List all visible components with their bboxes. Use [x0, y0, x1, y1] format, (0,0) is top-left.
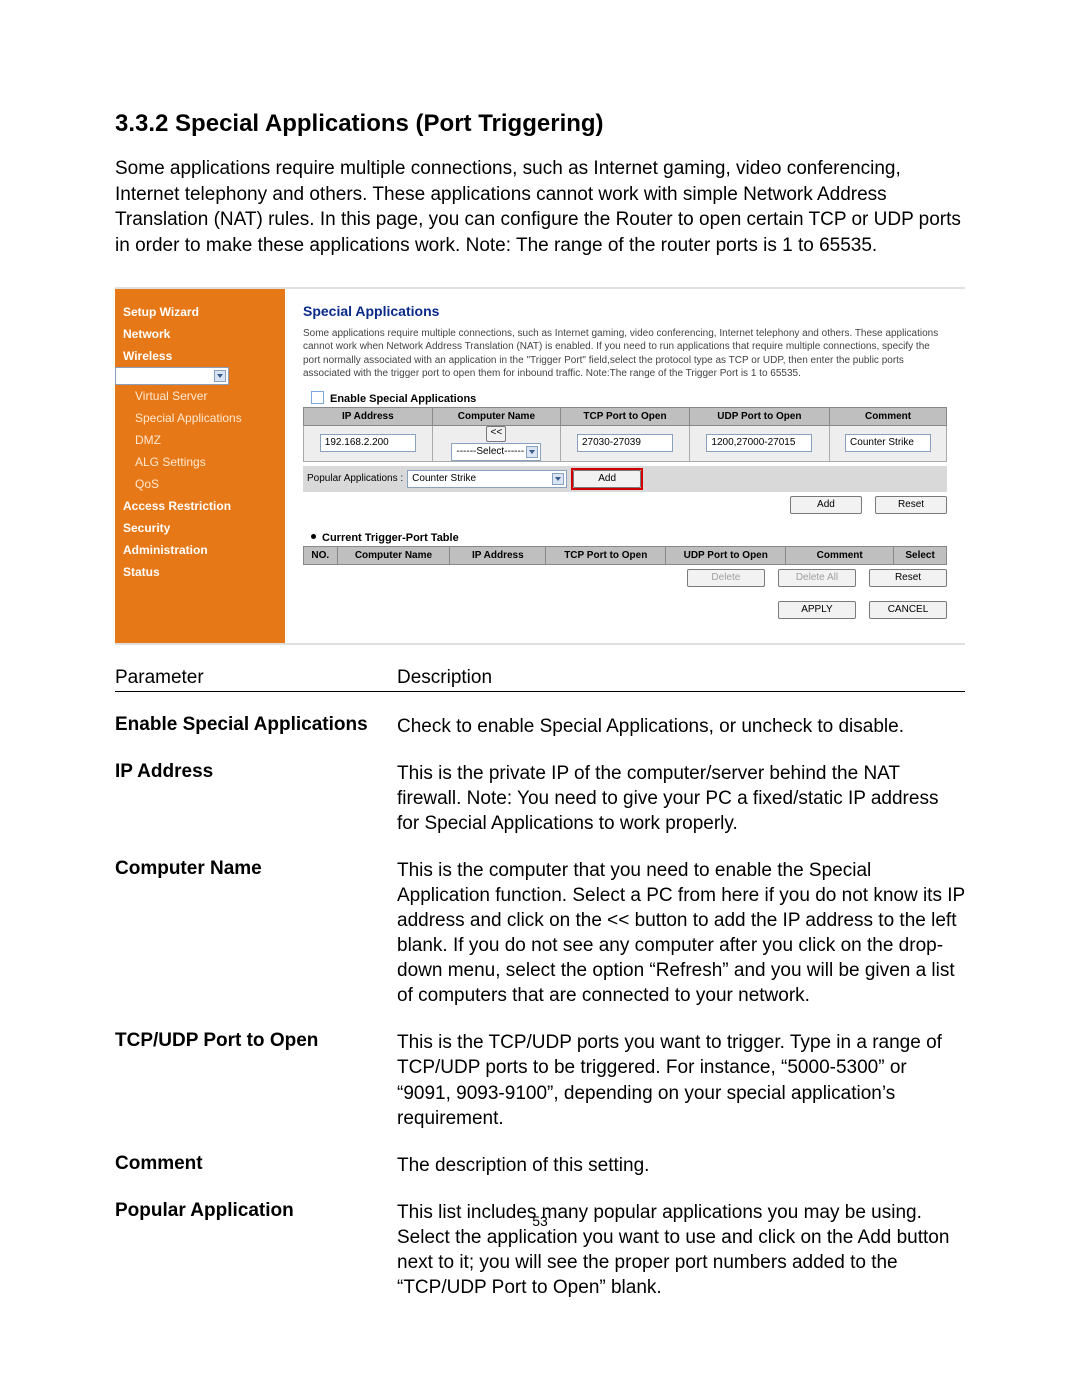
delete-row: Delete Delete All Reset — [303, 569, 947, 587]
param-name: IP Address — [115, 761, 397, 783]
nav-special-applications[interactable]: Special Applications — [115, 407, 285, 429]
nav-app-gaming[interactable]: Application & Gaming — [115, 367, 229, 385]
param-row: Comment The description of this setting. — [115, 1153, 965, 1178]
popular-apps-label: Popular Applications : — [307, 473, 403, 484]
nav-dmz[interactable]: DMZ — [115, 429, 285, 451]
apply-row: APPLY CANCEL — [303, 601, 947, 619]
tcp-input[interactable]: 27030-27039 — [577, 434, 673, 452]
panel-description: Some applications require multiple conne… — [303, 327, 947, 381]
param-desc-header: Parameter Description — [115, 667, 965, 692]
delete-all-button[interactable]: Delete All — [778, 569, 856, 587]
param-name: TCP/UDP Port to Open — [115, 1030, 397, 1052]
page-number: 53 — [0, 1213, 1080, 1229]
nav-qos[interactable]: QoS — [115, 473, 285, 495]
param-row: Enable Special Applications Check to ena… — [115, 714, 965, 739]
popular-apps-row: Popular Applications : Counter Strike Ad… — [303, 466, 947, 492]
col2-select: Select — [894, 546, 947, 564]
col2-tcp: TCP Port to Open — [546, 546, 666, 564]
enable-row: Enable Special Applications — [311, 391, 947, 405]
param-name: Comment — [115, 1153, 397, 1175]
add-button[interactable]: Add — [790, 496, 862, 514]
nav-setup-wizard[interactable]: Setup Wizard — [115, 301, 285, 323]
entry-table: IP Address Computer Name TCP Port to Ope… — [303, 407, 947, 462]
trigger-table: NO. Computer Name IP Address TCP Port to… — [303, 546, 947, 565]
param-desc: This is the private IP of the computer/s… — [397, 761, 965, 836]
intro-paragraph: Some applications require multiple conne… — [115, 156, 965, 259]
col-computer-name: Computer Name — [432, 407, 561, 425]
cancel-button[interactable]: CANCEL — [869, 601, 947, 619]
col2-ip: IP Address — [450, 546, 546, 564]
apply-button[interactable]: APPLY — [778, 601, 856, 619]
nav-network[interactable]: Network — [115, 323, 285, 345]
panel-title: Special Applications — [303, 303, 947, 319]
nav-wireless[interactable]: Wireless — [115, 345, 285, 367]
nav-status[interactable]: Status — [115, 561, 285, 583]
header-description: Description — [397, 667, 492, 689]
udp-input[interactable]: 1200,27000-27015 — [706, 434, 812, 452]
highlight-box: Add — [571, 468, 643, 490]
col-comment: Comment — [830, 407, 947, 425]
col2-computer-name: Computer Name — [337, 546, 450, 564]
add-reset-row: Add Reset — [303, 496, 947, 514]
popular-apps-select[interactable]: Counter Strike — [407, 470, 567, 488]
col-ip: IP Address — [304, 407, 433, 425]
comment-input[interactable]: Counter Strike — [845, 434, 931, 452]
reset-button-2[interactable]: Reset — [869, 569, 947, 587]
header-parameter: Parameter — [115, 667, 397, 689]
nav-virtual-server[interactable]: Virtual Server — [115, 385, 285, 407]
router-sidebar: Setup Wizard Network Wireless Applicatio… — [115, 289, 285, 643]
col-tcp: TCP Port to Open — [561, 407, 690, 425]
col2-comment: Comment — [786, 546, 894, 564]
enable-checkbox[interactable] — [311, 391, 324, 404]
param-row: IP Address This is the private IP of the… — [115, 761, 965, 836]
param-desc: The description of this setting. — [397, 1153, 965, 1178]
nav-access-restriction[interactable]: Access Restriction — [115, 495, 285, 517]
col2-no: NO. — [304, 546, 338, 564]
param-name: Computer Name — [115, 858, 397, 880]
popular-add-button[interactable]: Add — [573, 470, 641, 488]
copy-ip-button[interactable]: << — [486, 426, 506, 442]
reset-button-1[interactable]: Reset — [875, 496, 947, 514]
trigger-table-heading: Current Trigger-Port Table — [311, 532, 947, 544]
section-heading: 3.3.2 Special Applications (Port Trigger… — [115, 110, 965, 138]
main-panel: Special Applications Some applications r… — [285, 289, 965, 643]
nav-alg-settings[interactable]: ALG Settings — [115, 451, 285, 473]
param-desc: This is the TCP/UDP ports you want to tr… — [397, 1030, 965, 1130]
col2-udp: UDP Port to Open — [666, 546, 786, 564]
router-screenshot: Setup Wizard Network Wireless Applicatio… — [115, 287, 965, 645]
param-row: TCP/UDP Port to Open This is the TCP/UDP… — [115, 1030, 965, 1130]
nav-administration[interactable]: Administration — [115, 539, 285, 561]
param-desc: This is the computer that you need to en… — [397, 858, 965, 1008]
col-udp: UDP Port to Open — [689, 407, 829, 425]
nav-security[interactable]: Security — [115, 517, 285, 539]
param-row: Computer Name This is the computer that … — [115, 858, 965, 1008]
enable-label: Enable Special Applications — [330, 393, 476, 405]
param-name: Enable Special Applications — [115, 714, 397, 736]
ip-input[interactable]: 192.168.2.200 — [320, 434, 416, 452]
delete-button[interactable]: Delete — [687, 569, 765, 587]
param-desc: Check to enable Special Applications, or… — [397, 714, 965, 739]
computer-name-select[interactable]: ------Select------ — [451, 443, 541, 461]
